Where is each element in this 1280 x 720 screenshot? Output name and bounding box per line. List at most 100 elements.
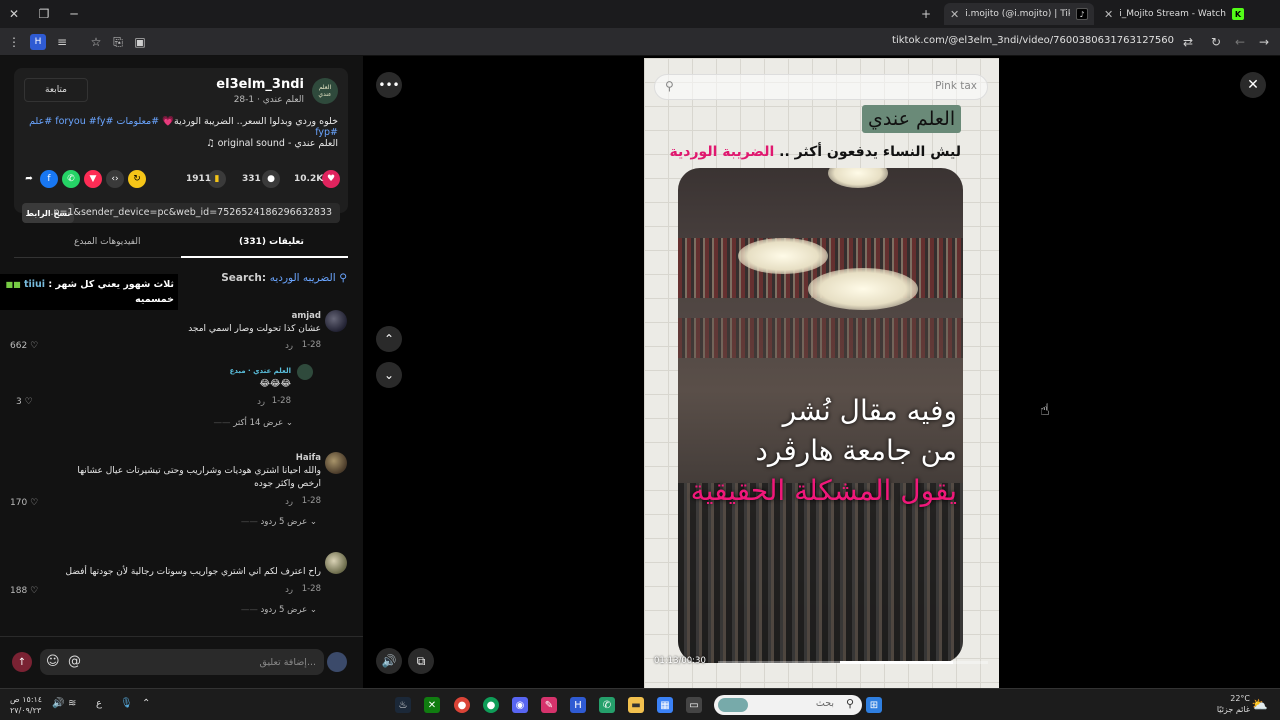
close-video-button[interactable]: ✕: [1240, 72, 1266, 98]
chrome-icon[interactable]: ●: [454, 697, 470, 713]
tab-kick[interactable]: ✕ i_Mojito Stream - Watch Liv K: [1098, 3, 1250, 25]
commenter-name[interactable]: Haifa: [296, 453, 321, 463]
chevron-down-icon: ⌄: [309, 517, 317, 527]
xbox-icon[interactable]: ✕: [424, 697, 440, 713]
language-indicator[interactable]: ع: [96, 698, 102, 709]
task-view-icon[interactable]: ▭: [686, 697, 702, 713]
channel-brand-label: العلم عندي: [862, 105, 962, 133]
chrome-profile-icon[interactable]: ●: [483, 697, 499, 713]
comment-like[interactable]: 170 ♡: [10, 498, 38, 508]
file-explorer-icon[interactable]: ▬: [628, 697, 644, 713]
system-clock[interactable]: ١٥:١٤ ص ٢٧/٠٩/٢٣: [10, 694, 42, 716]
mention-icon[interactable]: @: [68, 654, 81, 669]
send-to-friends-icon[interactable]: ▼: [84, 170, 102, 188]
reply-button[interactable]: رد: [285, 497, 293, 507]
bookshelves: [678, 318, 963, 358]
taskbar-search[interactable]: بحث ⚲: [714, 695, 862, 715]
extension-icon[interactable]: H: [30, 34, 46, 50]
reply-button[interactable]: رد: [285, 585, 293, 595]
bookmark-star-icon[interactable]: ☆: [88, 34, 104, 50]
close-tab-icon[interactable]: ✕: [1104, 8, 1113, 21]
menu-dots-icon[interactable]: ⋮: [6, 34, 22, 50]
video-player[interactable]: ⚲ Pink tax العلم عندي ليش النساء يدفعون …: [644, 58, 999, 688]
video-overlay-text-2: من جامعة هارڤرد: [755, 434, 957, 467]
next-video-button[interactable]: ⌄: [376, 362, 402, 388]
browser-app-icon[interactable]: H: [570, 697, 586, 713]
store-icon[interactable]: ▦: [657, 697, 673, 713]
search-query[interactable]: الضريبه الورديه: [270, 272, 336, 284]
forward-icon[interactable]: ←: [1232, 34, 1248, 50]
volume-icon[interactable]: 🔊: [376, 648, 402, 674]
send-comment-button[interactable]: ↑: [12, 652, 32, 672]
creator-name[interactable]: العلم عندي · مبدع: [230, 367, 291, 375]
minimize-icon[interactable]: ─: [66, 6, 82, 22]
picture-in-picture-icon[interactable]: ⧉: [408, 648, 434, 674]
app-icon[interactable]: ✎: [541, 697, 557, 713]
reload-icon[interactable]: ↻: [1208, 34, 1224, 50]
steam-icon[interactable]: ♨: [395, 697, 411, 713]
add-comment-bar: ↑ ☺ @: [0, 636, 363, 688]
tab-creator-videos[interactable]: الفيديوهات المبدع: [74, 237, 140, 247]
whatsapp-icon[interactable]: ✆: [62, 170, 80, 188]
share-icon[interactable]: ⎘: [110, 34, 126, 50]
author-avatar[interactable]: العلم عندي: [312, 78, 338, 104]
screenshot-icon[interactable]: ▣: [132, 34, 148, 50]
wifi-icon[interactable]: ≋: [68, 698, 76, 709]
windows-start-icon[interactable]: ⊞: [866, 697, 882, 713]
comment-like[interactable]: 188 ♡: [10, 586, 38, 596]
close-tab-icon[interactable]: ✕: [950, 8, 959, 21]
view-more-replies[interactable]: —— عرض 14 أكثر ⌄: [214, 418, 293, 428]
tab-comments[interactable]: تعليقات (331): [239, 237, 304, 247]
music-link[interactable]: ♫ original sound - العلم عندي: [206, 138, 338, 149]
view-more-replies[interactable]: —— عرض 5 ردود ⌄: [241, 517, 317, 527]
share-arrow-icon[interactable]: ➦: [20, 170, 38, 188]
tray-chevron-icon[interactable]: ⌃: [142, 698, 150, 709]
commenter-avatar[interactable]: [325, 310, 347, 332]
comment-input[interactable]: [40, 649, 324, 675]
facebook-icon[interactable]: f: [40, 170, 58, 188]
creator-avatar[interactable]: [297, 364, 313, 380]
discord-icon[interactable]: ◉: [512, 697, 528, 713]
clock-date: ٢٧/٠٩/٢٣: [10, 706, 42, 715]
repost-icon[interactable]: ↻: [128, 170, 146, 188]
chevron-down-icon: ⌄: [309, 605, 317, 615]
reply-button[interactable]: رد: [257, 397, 265, 407]
more-options-button[interactable]: •••: [376, 72, 402, 98]
url-field[interactable]: tiktok.com/@el3elm_3ndi/video/7600380631…: [892, 35, 1174, 46]
close-window-icon[interactable]: ✕: [6, 6, 22, 22]
microphone-icon[interactable]: 🎙: [120, 698, 133, 709]
comment-text: والله احيانا اشتري هوديات وشراريب وحتى ت…: [77, 466, 321, 489]
reply-button[interactable]: رد: [285, 341, 293, 351]
search-icon: ⚲: [339, 272, 347, 284]
tab-tiktok[interactable]: ✕ i.mojito (@i.mojito) | TikTok ♪: [944, 3, 1094, 25]
whatsapp-app-icon[interactable]: ✆: [599, 697, 615, 713]
video-progress-bar[interactable]: [718, 661, 988, 664]
comment-like[interactable]: 662 ♡: [10, 341, 38, 351]
comment-search-suggestion[interactable]: Search: الضريبه الورديه ⚲: [221, 272, 347, 284]
back-icon[interactable]: →: [1256, 34, 1272, 50]
comment-like[interactable]: 3 ♡: [16, 397, 33, 407]
new-tab-button[interactable]: +: [918, 6, 934, 22]
maximize-icon[interactable]: ❐: [36, 6, 52, 22]
comment-like-count: 3: [16, 397, 22, 407]
author-name[interactable]: el3elm_3ndi: [216, 77, 304, 92]
tab-title: i_Mojito Stream - Watch Liv: [1119, 9, 1226, 19]
previous-video-button[interactable]: ⌃: [376, 326, 402, 352]
panel-tabs: تعليقات (331) الفيديوهات المبدع: [14, 232, 348, 258]
volume-tray-icon[interactable]: 🔊: [52, 698, 64, 709]
reader-icon[interactable]: ≡: [54, 34, 70, 50]
commenter-name[interactable]: amjad: [292, 311, 321, 321]
view-more-label: عرض 5 ردود: [260, 517, 308, 527]
view-more-replies[interactable]: —— عرض 5 ردود ⌄: [241, 605, 317, 615]
comment-icon[interactable]: ●: [262, 170, 280, 188]
follow-button[interactable]: متابعة: [24, 78, 88, 102]
like-icon[interactable]: ♥: [322, 170, 340, 188]
embed-icon[interactable]: ‹›: [106, 170, 124, 188]
weather-widget[interactable]: 22°C غائم جزئيًا: [1217, 693, 1250, 715]
commenter-avatar[interactable]: [325, 452, 347, 474]
site-settings-icon[interactable]: ⇄: [1180, 34, 1196, 50]
commenter-avatar[interactable]: [325, 552, 347, 574]
ceiling-lamp: [828, 168, 888, 188]
share-url[interactable]: ...p=1&sender_device=pc&web_id=752652418…: [44, 207, 332, 218]
emoji-icon[interactable]: ☺: [46, 654, 60, 669]
